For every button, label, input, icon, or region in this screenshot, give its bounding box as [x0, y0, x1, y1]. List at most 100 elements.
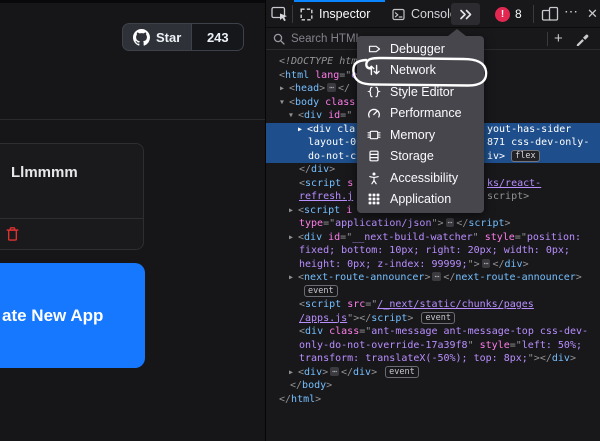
- code-segment: script: [305, 299, 341, 310]
- code-segment: =": [323, 218, 335, 229]
- eyedropper-button[interactable]: [575, 32, 589, 46]
- ellipsis-badge[interactable]: ⋯: [432, 272, 441, 281]
- code-segment: div: [305, 326, 323, 337]
- menu-item-label: Style Editor: [390, 85, 454, 99]
- more-tools-menu: DebuggerNetwork Style Editor Performance Me…: [357, 36, 484, 213]
- application-icon: [367, 192, 381, 206]
- code-segment: </: [290, 380, 302, 391]
- inspector-icon: [300, 8, 313, 21]
- markup-line-right-fragment: yout-has-sider: [487, 123, 571, 137]
- expand-arrow-icon[interactable]: ▼: [280, 96, 289, 110]
- code-segment: yout-has-sider: [487, 124, 571, 135]
- create-new-app-button[interactable]: ate New App: [0, 263, 145, 368]
- menu-item-label: Storage: [390, 149, 434, 163]
- tab-inspector[interactable]: Inspector: [300, 0, 370, 28]
- node-picker-button[interactable]: [271, 6, 291, 23]
- code-segment: html: [285, 70, 309, 81]
- markup-line[interactable]: transform: translateX(-50%); top: 8px;">…: [266, 352, 600, 366]
- expand-arrow-icon[interactable]: ▶: [280, 82, 289, 96]
- markup-line[interactable]: <div class="ant-message ant-message-top …: [266, 325, 600, 339]
- code-segment: position:: [527, 232, 581, 243]
- code-segment: div: [552, 353, 570, 364]
- add-node-button[interactable]: +: [554, 31, 563, 47]
- code-segment: next-route-announcer: [455, 272, 575, 283]
- code-segment: refresh.j: [299, 191, 353, 202]
- code-segment: >: [576, 272, 582, 283]
- code-segment: style: [480, 340, 510, 351]
- search-bar-separator: [547, 32, 548, 46]
- code-segment: </: [279, 394, 291, 405]
- code-segment: i: [346, 205, 352, 216]
- code-segment: style: [485, 232, 515, 243]
- expand-arrow-icon[interactable]: ▶: [289, 231, 298, 245]
- delete-app-button[interactable]: [5, 226, 23, 244]
- code-segment: script: [304, 205, 340, 216]
- markup-line[interactable]: event: [266, 285, 600, 299]
- code-segment: height: 0px; z-index: 99999;: [299, 259, 468, 270]
- event-badge[interactable]: event: [385, 366, 419, 378]
- expand-arrow-icon[interactable]: ▶: [289, 271, 298, 285]
- code-segment: script: [371, 313, 407, 324]
- debugger-icon: [367, 42, 381, 56]
- performance-icon: [367, 106, 381, 120]
- menu-item-accessibility[interactable]: Accessibility: [357, 167, 484, 189]
- code-segment: src: [347, 299, 365, 310]
- star-count[interactable]: 243: [191, 24, 243, 50]
- devtools-menu-button[interactable]: ⋯: [564, 3, 579, 20]
- expand-arrow-icon[interactable]: ▼: [289, 109, 298, 123]
- menu-item-network[interactable]: Network: [357, 60, 484, 82]
- code-segment: </: [299, 164, 311, 175]
- markup-line[interactable]: ▶<div id="__next-build-watcher" style="p…: [266, 231, 600, 245]
- menu-item-style-editor[interactable]: Style Editor: [357, 81, 484, 103]
- ellipsis-badge[interactable]: ⋯: [327, 83, 336, 92]
- expand-arrow-icon[interactable]: ▶: [289, 366, 298, 380]
- markup-line[interactable]: type="application/json">⋯</script>: [266, 217, 600, 231]
- ellipsis-badge[interactable]: ⋯: [330, 367, 339, 376]
- markup-line[interactable]: /apps.js"></script> event: [266, 312, 600, 326]
- error-badge-icon[interactable]: !: [495, 7, 510, 22]
- close-devtools-button[interactable]: ✕: [587, 6, 598, 22]
- menu-item-debugger[interactable]: Debugger: [357, 38, 484, 60]
- code-segment: head: [295, 83, 319, 94]
- code-segment: div: [304, 367, 322, 378]
- markup-line[interactable]: </body>: [266, 379, 600, 393]
- menu-item-memory[interactable]: Memory: [357, 124, 484, 146]
- github-star-button[interactable]: Star: [123, 24, 191, 50]
- menu-item-performance[interactable]: Performance: [357, 103, 484, 125]
- markup-line[interactable]: fixed; bottom: 10px; right: 20px; width:…: [266, 244, 600, 258]
- markup-line-right-fragment: iv> flex: [487, 150, 540, 164]
- event-badge[interactable]: event: [421, 312, 455, 324]
- code-segment: div: [304, 110, 322, 121]
- menu-item-application[interactable]: Application: [357, 189, 484, 211]
- code-segment: <div cla: [307, 124, 355, 135]
- markup-line[interactable]: <script src="/_next/static/chunks/pages: [266, 298, 600, 312]
- markup-line-right-fragment: ks/react-: [487, 177, 541, 191]
- markup-line[interactable]: ▶<next-route-announcer>⋯</next-route-ann…: [266, 271, 600, 285]
- menu-item-storage[interactable]: Storage: [357, 146, 484, 168]
- flex-badge[interactable]: flex: [511, 150, 539, 162]
- responsive-design-mode-button[interactable]: [541, 6, 559, 22]
- tab-inspector-label: Inspector: [319, 7, 370, 21]
- code-segment: div: [304, 232, 322, 243]
- code-segment: ": [473, 232, 485, 243]
- ellipsis-badge[interactable]: ⋯: [482, 259, 491, 268]
- event-badge[interactable]: event: [304, 285, 338, 297]
- markup-line-right-fragment: 871 css-dev-only-: [487, 136, 589, 150]
- markup-line[interactable]: ▶<div>⋯</div> event: [266, 366, 600, 380]
- web-page-pane: Star 243 Llmmmm ate New App: [0, 0, 265, 441]
- more-tabs-button[interactable]: [451, 3, 480, 25]
- expand-arrow-icon[interactable]: ▶: [298, 123, 307, 137]
- code-segment: application/json: [335, 218, 431, 229]
- menu-item-label: Memory: [390, 128, 435, 142]
- tab-console[interactable]: Console: [392, 0, 457, 28]
- expand-arrow-icon[interactable]: ▶: [289, 204, 298, 218]
- markup-line[interactable]: </html>: [266, 393, 600, 407]
- page-divider: [0, 119, 265, 120]
- ellipsis-badge[interactable]: ⋯: [446, 218, 455, 227]
- menu-arrow: [448, 29, 466, 36]
- github-star-widget[interactable]: Star 243: [122, 23, 244, 51]
- markup-line[interactable]: only-do-not-override-17a39f8" style="lef…: [266, 339, 600, 353]
- markup-line[interactable]: height: 0px; z-index: 99999;">⋯</div>: [266, 258, 600, 272]
- code-segment: =": [515, 232, 527, 243]
- markup-line-right-fragment: script>: [487, 190, 529, 204]
